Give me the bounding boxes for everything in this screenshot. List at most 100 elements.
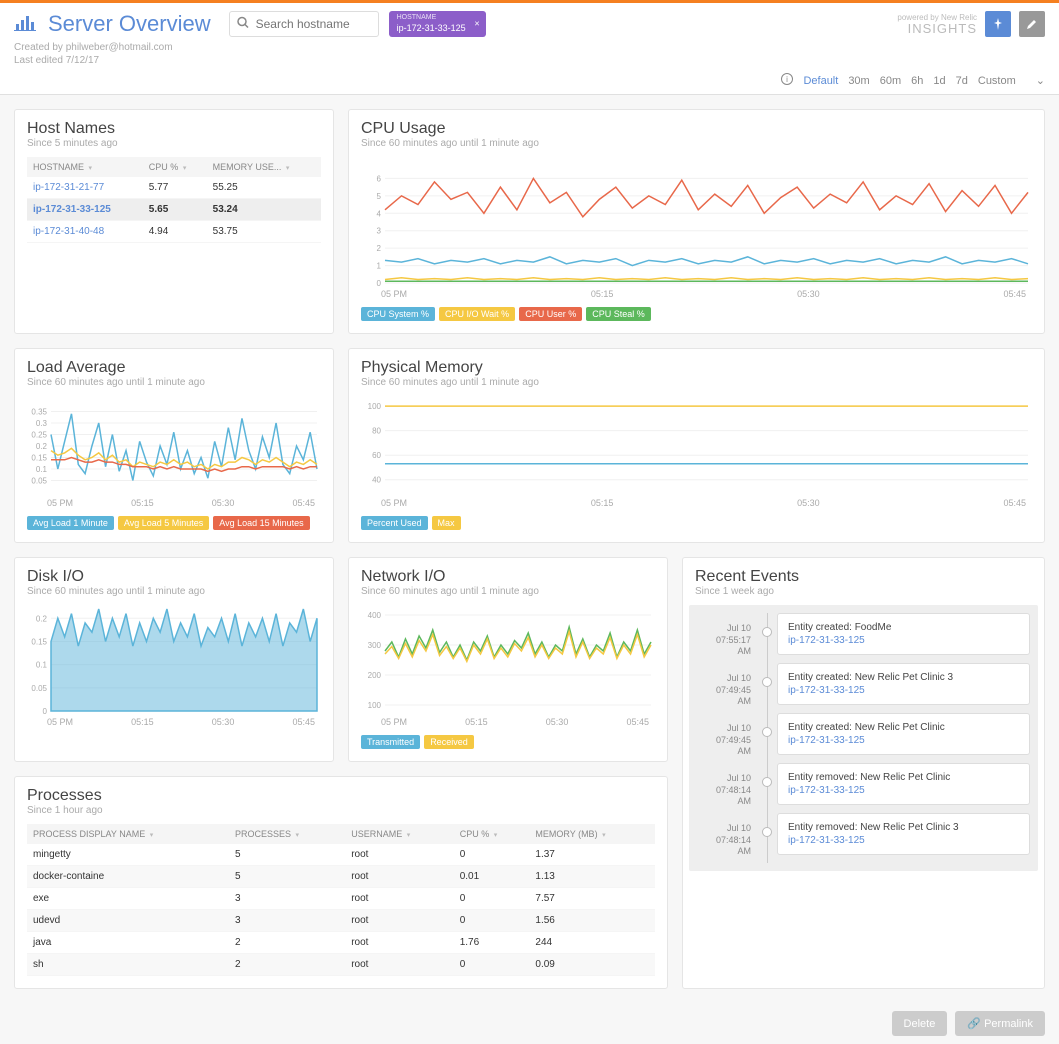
legend-chip[interactable]: Avg Load 15 Minutes: [213, 516, 309, 530]
chart-bar-icon: [14, 14, 36, 35]
svg-text:40: 40: [372, 476, 381, 485]
legend-chip[interactable]: CPU Steal %: [586, 307, 651, 321]
svg-text:6: 6: [377, 174, 382, 183]
table-row[interactable]: udevd3root01.56: [27, 910, 655, 932]
event-timestamp: Jul 1007:48:14AM: [697, 763, 757, 813]
panel-title: CPU Usage: [361, 120, 1032, 138]
event-host-link[interactable]: ip-172-31-33-125: [788, 735, 1019, 746]
svg-text:0.2: 0.2: [36, 442, 48, 451]
page-meta: Created by philweber@hotmail.com Last ed…: [14, 41, 1045, 67]
x-axis-ticks: 05 PM05:1505:3005:45: [361, 287, 1032, 303]
event-item: Jul 1007:49:45AM Entity created: New Rel…: [697, 663, 1030, 713]
column-header[interactable]: USERNAME ▾: [345, 824, 454, 844]
column-header[interactable]: HOSTNAME ▾: [27, 157, 143, 177]
column-header[interactable]: MEMORY USE... ▾: [207, 157, 321, 177]
header: Server Overview HOSTNAME ip-172-31-33-12…: [0, 3, 1059, 95]
legend-chip[interactable]: Transmitted: [361, 735, 420, 749]
legend-chip[interactable]: Percent Used: [361, 516, 428, 530]
svg-text:100: 100: [368, 402, 382, 411]
host-link[interactable]: ip-172-31-40-48: [27, 221, 143, 243]
active-filter-pill[interactable]: HOSTNAME ip-172-31-33-125 ×: [389, 11, 486, 36]
chart-legend: Avg Load 1 Minute Avg Load 5 Minutes Avg L…: [27, 516, 321, 530]
load-chart: 0.050.10.150.20.250.30.35: [27, 396, 321, 496]
events-list: Jul 1007:55:17AM Entity created: FoodMe …: [689, 605, 1038, 871]
svg-text:0: 0: [43, 707, 48, 715]
event-item: Jul 1007:55:17AM Entity created: FoodMe …: [697, 613, 1030, 663]
event-timestamp: Jul 1007:55:17AM: [697, 613, 757, 663]
event-card[interactable]: Entity removed: New Relic Pet Clinic 3 i…: [777, 813, 1030, 855]
svg-text:200: 200: [368, 671, 382, 680]
panel-title: Load Average: [27, 359, 321, 377]
legend-chip[interactable]: Avg Load 5 Minutes: [118, 516, 209, 530]
panel-title: Network I/O: [361, 568, 655, 586]
chart-legend: Transmitted Received: [361, 735, 655, 749]
time-option-default[interactable]: Default: [803, 75, 838, 87]
legend-chip[interactable]: Max: [432, 516, 461, 530]
column-header[interactable]: CPU % ▾: [143, 157, 207, 177]
legend-chip[interactable]: CPU System %: [361, 307, 435, 321]
panel-recent-events: Recent Events Since 1 week ago Jul 1007:…: [682, 557, 1045, 989]
panel-title: Host Names: [27, 120, 321, 138]
time-option-7d[interactable]: 7d: [956, 75, 968, 87]
svg-text:0.05: 0.05: [31, 684, 47, 693]
event-card[interactable]: Entity created: FoodMe ip-172-31-33-125: [777, 613, 1030, 655]
table-row[interactable]: exe3root07.57: [27, 888, 655, 910]
legend-chip[interactable]: Received: [424, 735, 474, 749]
event-card[interactable]: Entity removed: New Relic Pet Clinic ip-…: [777, 763, 1030, 805]
event-timestamp: Jul 1007:49:45AM: [697, 713, 757, 763]
close-icon[interactable]: ×: [474, 19, 479, 30]
x-axis-ticks: 05 PM05:1505:3005:45: [27, 715, 321, 731]
time-option-30m[interactable]: 30m: [848, 75, 869, 87]
panel-title: Disk I/O: [27, 568, 321, 586]
legend-chip[interactable]: CPU I/O Wait %: [439, 307, 515, 321]
panel-subtitle: Since 60 minutes ago until 1 minute ago: [27, 586, 321, 597]
column-header[interactable]: CPU % ▾: [454, 824, 530, 844]
legend-chip[interactable]: Avg Load 1 Minute: [27, 516, 114, 530]
host-link[interactable]: ip-172-31-21-77: [27, 177, 143, 199]
event-card[interactable]: Entity created: New Relic Pet Clinic 3 i…: [777, 663, 1030, 705]
panel-subtitle: Since 60 minutes ago until 1 minute ago: [27, 377, 321, 388]
svg-text:0.15: 0.15: [31, 454, 47, 463]
svg-text:100: 100: [368, 701, 382, 710]
svg-text:0.05: 0.05: [31, 477, 47, 486]
panel-load-average: Load Average Since 60 minutes ago until …: [14, 348, 334, 543]
pin-button[interactable]: [985, 11, 1011, 37]
event-host-link[interactable]: ip-172-31-33-125: [788, 785, 1019, 796]
column-header[interactable]: PROCESS DISPLAY NAME ▾: [27, 824, 229, 844]
permalink-button[interactable]: 🔗 Permalink: [955, 1011, 1045, 1036]
info-icon[interactable]: i: [781, 73, 793, 88]
time-option-6h[interactable]: 6h: [911, 75, 923, 87]
event-card[interactable]: Entity created: New Relic Pet Clinic ip-…: [777, 713, 1030, 755]
search-wrap: [229, 11, 379, 37]
event-dot-icon: [762, 627, 772, 637]
time-option-custom[interactable]: Custom: [978, 75, 1016, 87]
panel-cpu-usage: CPU Usage Since 60 minutes ago until 1 m…: [348, 109, 1045, 334]
search-input[interactable]: [229, 11, 379, 37]
host-link[interactable]: ip-172-31-33-125: [27, 199, 143, 221]
table-row[interactable]: ip-172-31-21-775.7755.25: [27, 177, 321, 199]
event-title: Entity created: FoodMe: [788, 622, 1019, 633]
edit-button[interactable]: [1019, 11, 1045, 37]
time-option-60m[interactable]: 60m: [880, 75, 901, 87]
event-host-link[interactable]: ip-172-31-33-125: [788, 685, 1019, 696]
table-row[interactable]: java2root1.76244: [27, 932, 655, 954]
event-host-link[interactable]: ip-172-31-33-125: [788, 635, 1019, 646]
svg-text:80: 80: [372, 427, 381, 436]
svg-text:0.1: 0.1: [36, 465, 48, 474]
column-header[interactable]: PROCESSES ▾: [229, 824, 345, 844]
table-row[interactable]: ip-172-31-33-1255.6553.24: [27, 199, 321, 221]
chevron-down-icon[interactable]: ⌄: [1036, 74, 1045, 87]
event-host-link[interactable]: ip-172-31-33-125: [788, 835, 1019, 846]
time-option-1d[interactable]: 1d: [933, 75, 945, 87]
table-row[interactable]: sh2root00.09: [27, 954, 655, 976]
panel-physical-memory: Physical Memory Since 60 minutes ago unt…: [348, 348, 1045, 543]
table-row[interactable]: docker-containe5root0.011.13: [27, 866, 655, 888]
memory-chart: 406080100: [361, 396, 1032, 496]
column-header[interactable]: MEMORY (MB) ▾: [529, 824, 655, 844]
panel-title: Physical Memory: [361, 359, 1032, 377]
table-row[interactable]: mingetty5root01.37: [27, 844, 655, 866]
panel-title: Processes: [27, 787, 655, 805]
table-row[interactable]: ip-172-31-40-484.9453.75: [27, 221, 321, 243]
delete-button[interactable]: Delete: [892, 1011, 948, 1036]
legend-chip[interactable]: CPU User %: [519, 307, 582, 321]
